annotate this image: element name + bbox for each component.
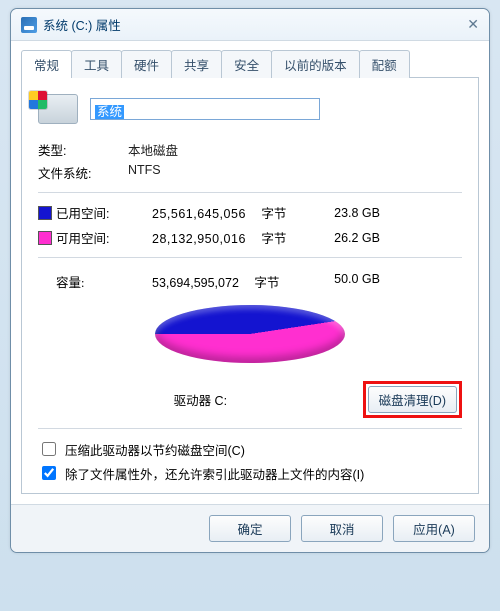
drive-icon bbox=[21, 17, 37, 33]
type-value: 本地磁盘 bbox=[128, 140, 178, 159]
free-label: 可用空间: bbox=[56, 228, 152, 247]
fs-value: NTFS bbox=[128, 163, 161, 182]
disk-cleanup-button[interactable]: 磁盘清理(D) bbox=[368, 386, 457, 413]
index-label: 除了文件属性外，还允许索引此驱动器上文件的内容(I) bbox=[65, 464, 364, 483]
tabstrip: 常规 工具 硬件 共享 安全 以前的版本 配额 bbox=[21, 49, 479, 78]
tab-general[interactable]: 常规 bbox=[21, 50, 72, 78]
used-label: 已用空间: bbox=[56, 203, 152, 222]
window-title: 系统 (C:) 属性 bbox=[43, 15, 121, 34]
tab-security[interactable]: 安全 bbox=[221, 50, 272, 78]
capacity-size: 50.0 GB bbox=[320, 272, 380, 291]
general-panel: 系统 类型:本地磁盘 文件系统:NTFS 已用空间: 25,561,645,05… bbox=[21, 78, 479, 494]
tab-sharing[interactable]: 共享 bbox=[171, 50, 222, 78]
properties-dialog: 系统 (C:) 属性 ✕ 常规 工具 硬件 共享 安全 以前的版本 配额 系统 … bbox=[10, 8, 490, 553]
free-bytes-unit: 字节 bbox=[253, 232, 286, 246]
type-label: 类型: bbox=[38, 140, 128, 159]
tab-quota[interactable]: 配额 bbox=[359, 50, 410, 78]
titlebar[interactable]: 系统 (C:) 属性 ✕ bbox=[11, 9, 489, 41]
space-grid: 已用空间: 25,561,645,056 字节 23.8 GB 可用空间: 28… bbox=[38, 203, 462, 247]
close-icon[interactable]: ✕ bbox=[467, 16, 479, 33]
free-swatch bbox=[38, 231, 52, 245]
compress-checkbox[interactable] bbox=[42, 442, 56, 456]
used-bytes-unit: 字节 bbox=[253, 207, 286, 221]
dialog-buttons: 确定 取消 应用(A) bbox=[11, 504, 489, 552]
fs-label: 文件系统: bbox=[38, 163, 128, 182]
volume-icon bbox=[38, 94, 78, 124]
capacity-bytes-unit: 字节 bbox=[246, 276, 279, 290]
free-bytes: 28,132,950,016 bbox=[152, 232, 250, 246]
used-size: 23.8 GB bbox=[320, 206, 380, 220]
ok-button[interactable]: 确定 bbox=[209, 515, 291, 542]
tab-hardware[interactable]: 硬件 bbox=[121, 50, 172, 78]
tab-prev[interactable]: 以前的版本 bbox=[271, 50, 360, 78]
pie-label: 驱动器 C: bbox=[38, 390, 363, 409]
tab-tools[interactable]: 工具 bbox=[71, 50, 122, 78]
used-bytes: 25,561,645,056 bbox=[152, 207, 250, 221]
volume-name-input[interactable]: 系统 bbox=[90, 98, 320, 120]
cleanup-highlight: 磁盘清理(D) bbox=[363, 381, 462, 418]
usage-pie-chart bbox=[155, 305, 345, 375]
free-size: 26.2 GB bbox=[320, 231, 380, 245]
used-swatch bbox=[38, 206, 52, 220]
apply-button[interactable]: 应用(A) bbox=[393, 515, 475, 542]
capacity-label: 容量: bbox=[38, 272, 152, 291]
compress-label: 压缩此驱动器以节约磁盘空间(C) bbox=[65, 440, 245, 459]
index-checkbox[interactable] bbox=[42, 466, 56, 480]
capacity-bytes: 53,694,595,072 bbox=[152, 276, 243, 290]
cancel-button[interactable]: 取消 bbox=[301, 515, 383, 542]
